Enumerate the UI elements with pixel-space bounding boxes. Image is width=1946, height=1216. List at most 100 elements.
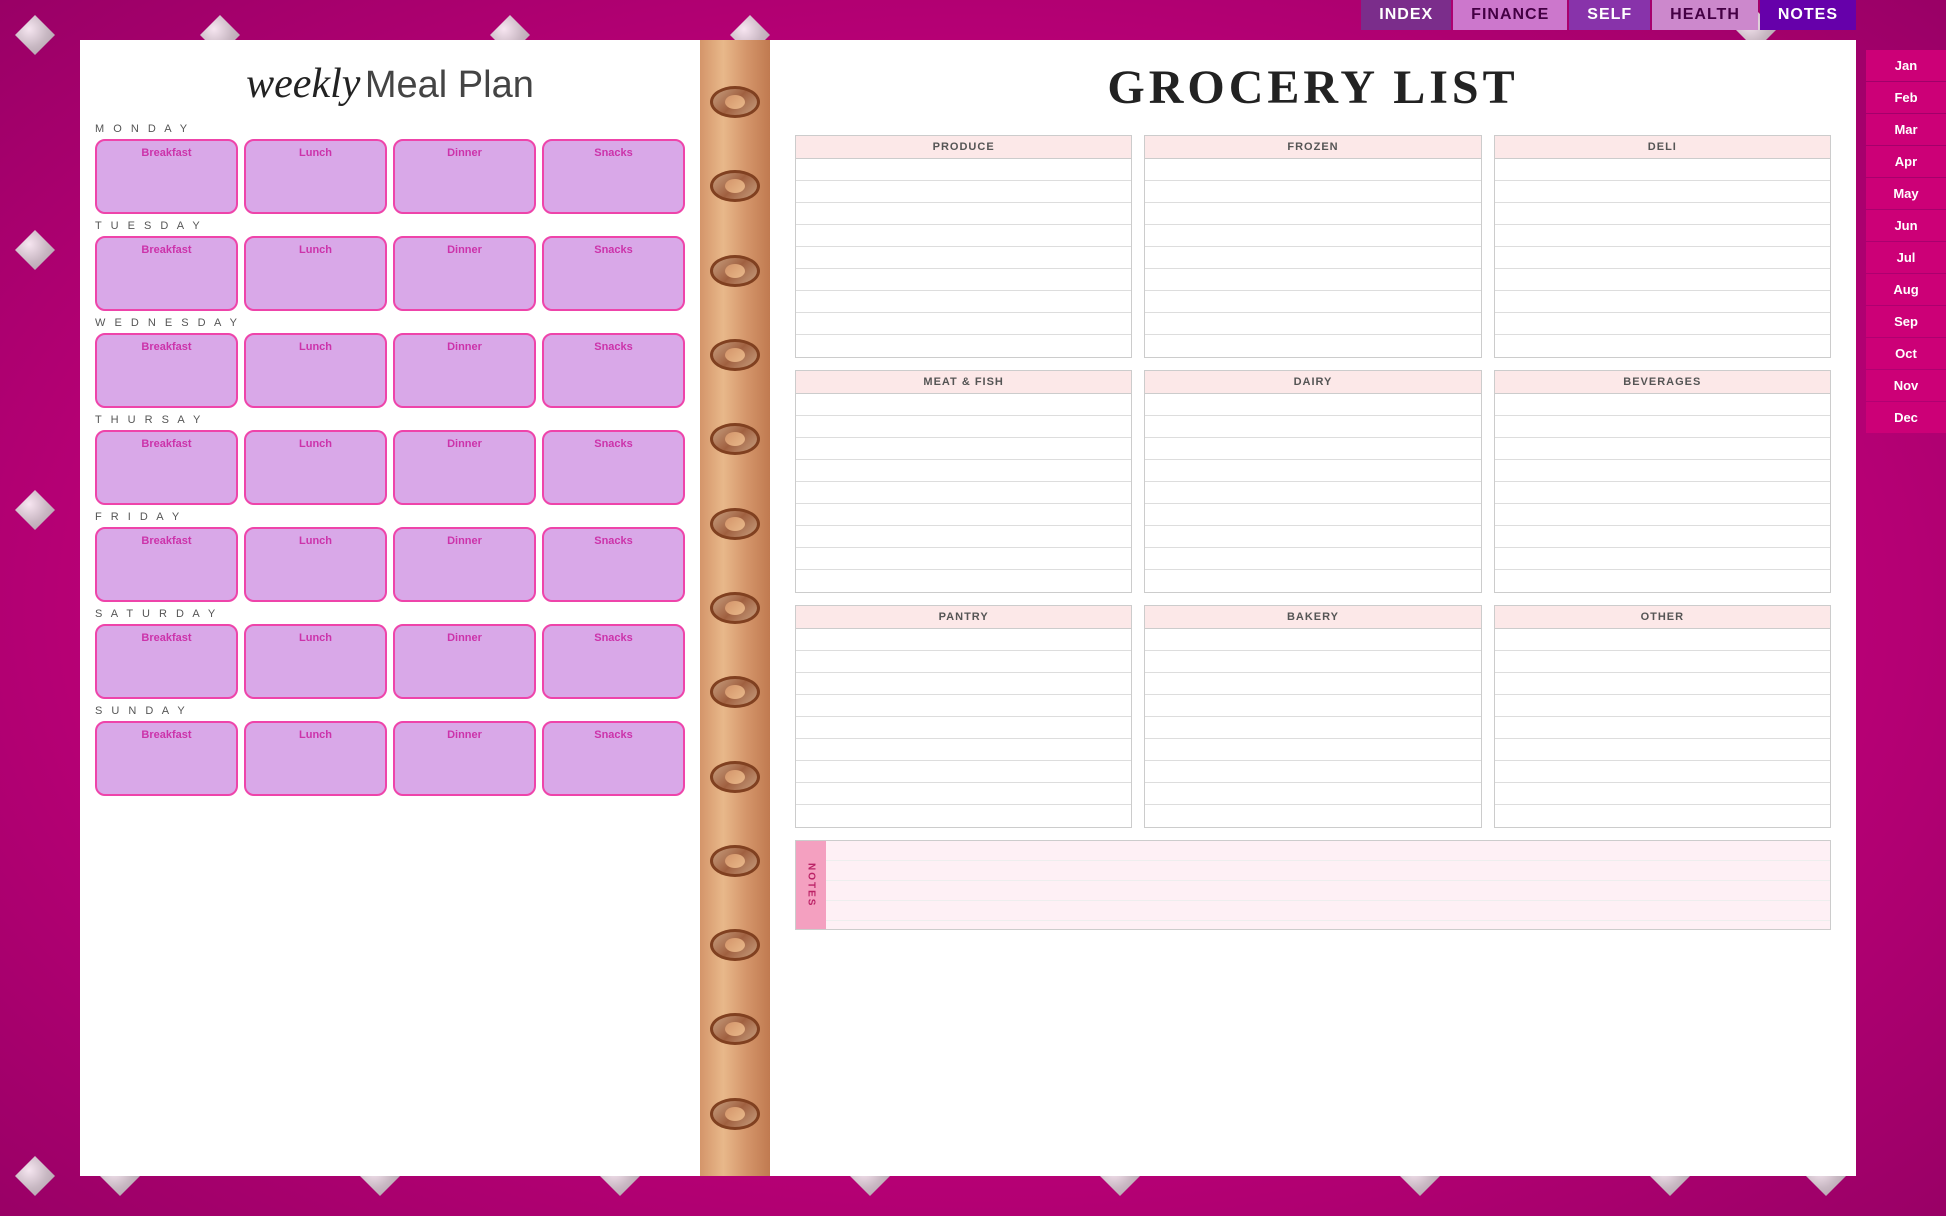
bev-line-1[interactable] [1495,394,1830,416]
other-line-5[interactable] [1495,717,1830,739]
frozen-line-5[interactable] [1145,247,1480,269]
tab-index[interactable]: INDEX [1361,0,1451,30]
dairy-line-9[interactable] [1145,570,1480,592]
other-line-7[interactable] [1495,761,1830,783]
bev-line-4[interactable] [1495,460,1830,482]
bev-line-3[interactable] [1495,438,1830,460]
meat-line-3[interactable] [796,438,1131,460]
bakery-line-5[interactable] [1145,717,1480,739]
dairy-line-8[interactable] [1145,548,1480,570]
meal-box-monday-lunch[interactable]: Lunch [244,139,387,214]
dairy-line-1[interactable] [1145,394,1480,416]
dairy-line-6[interactable] [1145,504,1480,526]
pantry-line-4[interactable] [796,695,1131,717]
bev-line-9[interactable] [1495,570,1830,592]
produce-line-4[interactable] [796,225,1131,247]
bakery-line-4[interactable] [1145,695,1480,717]
other-line-6[interactable] [1495,739,1830,761]
month-dec[interactable]: Dec [1866,402,1946,433]
meal-box-saturday-breakfast[interactable]: Breakfast [95,624,238,699]
dairy-line-3[interactable] [1145,438,1480,460]
meal-box-thursday-snacks[interactable]: Snacks [542,430,685,505]
meal-box-sunday-snacks[interactable]: Snacks [542,721,685,796]
meat-line-4[interactable] [796,460,1131,482]
meal-box-thursday-breakfast[interactable]: Breakfast [95,430,238,505]
meal-box-wednesday-snacks[interactable]: Snacks [542,333,685,408]
meat-line-5[interactable] [796,482,1131,504]
meal-box-sunday-breakfast[interactable]: Breakfast [95,721,238,796]
produce-line-9[interactable] [796,335,1131,357]
month-aug[interactable]: Aug [1866,274,1946,305]
meal-box-monday-snacks[interactable]: Snacks [542,139,685,214]
other-line-2[interactable] [1495,651,1830,673]
bakery-line-7[interactable] [1145,761,1480,783]
tab-self[interactable]: SELF [1569,0,1650,30]
pantry-line-2[interactable] [796,651,1131,673]
meal-box-tuesday-breakfast[interactable]: Breakfast [95,236,238,311]
produce-line-3[interactable] [796,203,1131,225]
pantry-line-9[interactable] [796,805,1131,827]
pantry-line-3[interactable] [796,673,1131,695]
produce-line-8[interactable] [796,313,1131,335]
pantry-line-1[interactable] [796,629,1131,651]
dairy-line-7[interactable] [1145,526,1480,548]
meat-line-7[interactable] [796,526,1131,548]
month-mar[interactable]: Mar [1866,114,1946,145]
produce-line-2[interactable] [796,181,1131,203]
frozen-line-4[interactable] [1145,225,1480,247]
dairy-line-4[interactable] [1145,460,1480,482]
meal-box-tuesday-snacks[interactable]: Snacks [542,236,685,311]
bakery-line-8[interactable] [1145,783,1480,805]
meal-box-friday-snacks[interactable]: Snacks [542,527,685,602]
frozen-line-2[interactable] [1145,181,1480,203]
bakery-line-9[interactable] [1145,805,1480,827]
meat-line-9[interactable] [796,570,1131,592]
meal-box-friday-lunch[interactable]: Lunch [244,527,387,602]
meal-box-sunday-lunch[interactable]: Lunch [244,721,387,796]
bakery-line-3[interactable] [1145,673,1480,695]
frozen-line-1[interactable] [1145,159,1480,181]
month-nov[interactable]: Nov [1866,370,1946,401]
produce-line-5[interactable] [796,247,1131,269]
deli-line-5[interactable] [1495,247,1830,269]
month-jun[interactable]: Jun [1866,210,1946,241]
tab-finance[interactable]: FINANCE [1453,0,1567,30]
other-line-8[interactable] [1495,783,1830,805]
dairy-line-5[interactable] [1145,482,1480,504]
pantry-line-6[interactable] [796,739,1131,761]
tab-notes[interactable]: NOTES [1760,0,1856,30]
month-feb[interactable]: Feb [1866,82,1946,113]
deli-line-7[interactable] [1495,291,1830,313]
meal-box-monday-breakfast[interactable]: Breakfast [95,139,238,214]
frozen-line-6[interactable] [1145,269,1480,291]
bev-line-7[interactable] [1495,526,1830,548]
meal-box-monday-dinner[interactable]: Dinner [393,139,536,214]
month-jul[interactable]: Jul [1866,242,1946,273]
deli-line-3[interactable] [1495,203,1830,225]
deli-line-8[interactable] [1495,313,1830,335]
frozen-line-8[interactable] [1145,313,1480,335]
pantry-line-5[interactable] [796,717,1131,739]
bev-line-2[interactable] [1495,416,1830,438]
tab-health[interactable]: HEALTH [1652,0,1758,30]
bev-line-8[interactable] [1495,548,1830,570]
other-line-3[interactable] [1495,673,1830,695]
other-line-9[interactable] [1495,805,1830,827]
bakery-line-2[interactable] [1145,651,1480,673]
meal-box-wednesday-dinner[interactable]: Dinner [393,333,536,408]
meal-box-saturday-lunch[interactable]: Lunch [244,624,387,699]
bev-line-6[interactable] [1495,504,1830,526]
month-oct[interactable]: Oct [1866,338,1946,369]
notes-content[interactable] [826,841,1830,929]
produce-line-1[interactable] [796,159,1131,181]
meal-box-sunday-dinner[interactable]: Dinner [393,721,536,796]
deli-line-9[interactable] [1495,335,1830,357]
frozen-line-3[interactable] [1145,203,1480,225]
meal-box-tuesday-lunch[interactable]: Lunch [244,236,387,311]
month-apr[interactable]: Apr [1866,146,1946,177]
meal-box-saturday-snacks[interactable]: Snacks [542,624,685,699]
produce-line-7[interactable] [796,291,1131,313]
meal-box-thursday-lunch[interactable]: Lunch [244,430,387,505]
deli-line-1[interactable] [1495,159,1830,181]
bakery-line-1[interactable] [1145,629,1480,651]
